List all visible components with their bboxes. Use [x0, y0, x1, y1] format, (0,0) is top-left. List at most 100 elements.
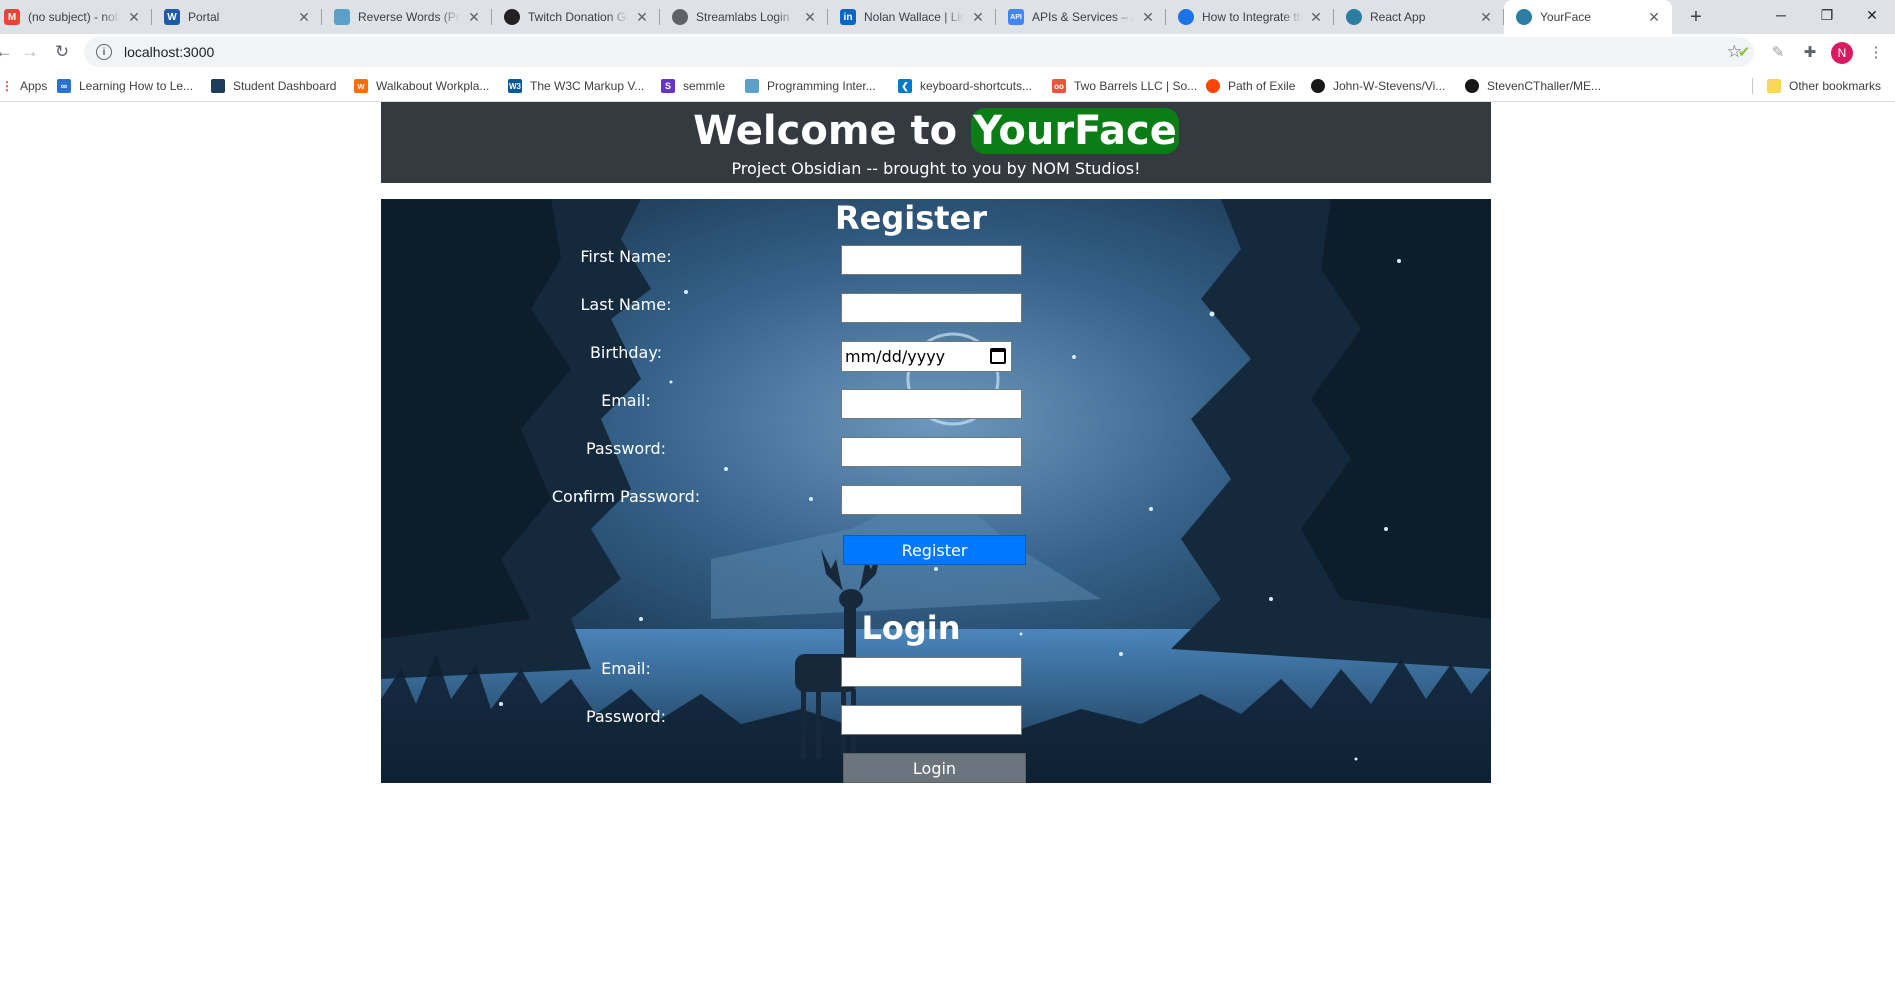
close-tab-icon[interactable]: ✕ — [126, 9, 142, 25]
address-url[interactable]: localhost:3000 — [124, 44, 214, 60]
tab-gmail[interactable]: M (no subject) - nolan ✕ — [0, 0, 152, 34]
linkedin-icon: in — [840, 9, 856, 25]
api-icon: API — [1008, 9, 1024, 25]
register-button[interactable]: Register — [843, 535, 1026, 565]
email-label: Email: — [601, 391, 651, 410]
date-placeholder: mm/dd/yyyy — [845, 347, 946, 366]
book-icon — [745, 79, 759, 93]
register-password-input[interactable] — [841, 437, 1022, 467]
bookmark-student-dashboard[interactable]: Student Dashboard — [211, 70, 336, 102]
close-tab-icon[interactable]: ✕ — [1308, 9, 1324, 25]
extension-checkmark-icon[interactable]: ✔ — [1734, 42, 1754, 62]
bookmark-keyboard-shortcuts[interactable]: ❮ keyboard-shortcuts... — [898, 70, 1032, 102]
bookmark-label: Learning How to Le... — [79, 79, 194, 93]
brand-name: YourFace — [971, 108, 1179, 154]
tab-portal[interactable]: W Portal ✕ — [152, 0, 322, 34]
bookmark-programming[interactable]: Programming Inter... — [745, 70, 876, 102]
portal-w-icon: W — [164, 9, 180, 25]
tab-react-app[interactable]: React App ✕ — [1334, 0, 1504, 34]
bookmark-path-of-exile[interactable]: Path of Exile — [1206, 70, 1295, 102]
login-email-label: Email: — [601, 659, 651, 678]
w3c-icon: W3 — [508, 79, 522, 93]
address-bar[interactable]: i localhost:3000 ☆ — [84, 37, 1754, 67]
tab-title: Portal — [188, 10, 220, 24]
first-name-input[interactable] — [841, 245, 1022, 275]
reload-icon[interactable]: ↻ — [50, 40, 74, 64]
password-label: Password: — [585, 439, 667, 458]
profile-avatar[interactable]: N — [1831, 42, 1853, 64]
walkabout-icon: w — [354, 79, 368, 93]
info-icon[interactable]: i — [96, 44, 112, 60]
tab-twitch-donation[interactable]: Twitch Donation Go ✕ — [492, 0, 660, 34]
login-email-input[interactable] — [841, 657, 1022, 687]
first-name-label: First Name: — [580, 247, 672, 266]
auth-forms: Register First Name: Last Name: Birthday… — [381, 199, 1491, 783]
tab-apis-services[interactable]: API APIs & Services – Al ✕ — [996, 0, 1166, 34]
minimize-button[interactable]: ─ — [1758, 0, 1804, 30]
tab-streamlabs-login[interactable]: Streamlabs Login ✕ — [660, 0, 828, 34]
bookmark-walkabout[interactable]: w Walkabout Workpla... — [354, 70, 489, 102]
bookmark-label: Student Dashboard — [233, 79, 337, 93]
close-tab-icon[interactable]: ✕ — [1646, 9, 1662, 25]
close-tab-icon[interactable]: ✕ — [466, 9, 482, 25]
bookmark-label: Other bookmarks — [1789, 79, 1882, 93]
last-name-input[interactable] — [841, 293, 1022, 323]
close-window-button[interactable]: ✕ — [1849, 0, 1895, 30]
page-content: Welcome to YourFace Project Obsidian -- … — [0, 102, 1895, 991]
tab-title: APIs & Services – Al — [1032, 10, 1134, 24]
bookmark-other[interactable]: Other bookmarks — [1767, 70, 1881, 102]
login-button[interactable]: Login — [843, 753, 1026, 783]
bookmark-label: Apps — [20, 79, 48, 93]
close-tab-icon[interactable]: ✕ — [1478, 9, 1494, 25]
bookmark-two-barrels[interactable]: oo Two Barrels LLC | So... — [1052, 70, 1197, 102]
login-password-label: Password: — [585, 707, 667, 726]
calendar-icon[interactable] — [990, 348, 1006, 364]
tab-yourface[interactable]: YourFace ✕ — [1504, 0, 1672, 34]
menu-kebab-icon[interactable]: ⋮ — [1866, 42, 1886, 62]
site-header: Welcome to YourFace Project Obsidian -- … — [381, 102, 1491, 183]
close-tab-icon[interactable]: ✕ — [296, 9, 312, 25]
bookmark-apps[interactable]: ⋮ Apps — [1, 70, 48, 102]
register-email-input[interactable] — [841, 389, 1022, 419]
restore-button[interactable]: ❐ — [1804, 0, 1850, 30]
bookmarks-bar: ⋮ Apps ∞ Learning How to Le... Student D… — [0, 70, 1895, 102]
forward-icon[interactable]: → — [18, 40, 42, 64]
book-icon — [334, 9, 350, 25]
bookmark-stevencthaller[interactable]: StevenCThaller/ME... — [1465, 70, 1601, 102]
tab-reverse-words[interactable]: Reverse Words (Pra ✕ — [322, 0, 492, 34]
streamlabs-icon — [504, 9, 520, 25]
tab-title: Twitch Donation Go — [528, 10, 628, 24]
extensions-puzzle-icon[interactable]: ✚ — [1800, 42, 1820, 62]
apps-grid-icon: ⋮ — [1, 79, 13, 93]
bookmark-semmle[interactable]: S semmle — [661, 70, 725, 102]
back-icon[interactable]: ← — [0, 40, 16, 64]
page-subtitle: Project Obsidian -- brought to you by NO… — [731, 159, 1141, 178]
bookmark-label: Walkabout Workpla... — [376, 79, 490, 93]
globe-icon — [672, 9, 688, 25]
gmail-icon: M — [4, 9, 20, 25]
bookmark-w3c[interactable]: W3 The W3C Markup V... — [508, 70, 644, 102]
birthday-date-input[interactable]: mm/dd/yyyy — [841, 341, 1012, 372]
bookmark-label: John-W-Stevens/Vi... — [1333, 79, 1446, 93]
bookmark-learning[interactable]: ∞ Learning How to Le... — [57, 70, 193, 102]
tab-strip: M (no subject) - nolan ✕ W Portal ✕ Reve… — [0, 0, 1895, 34]
new-tab-button[interactable]: + — [1684, 5, 1708, 29]
tab-linkedin[interactable]: in Nolan Wallace | Link ✕ — [828, 0, 996, 34]
folder-icon — [1767, 79, 1781, 93]
confirm-password-input[interactable] — [841, 485, 1022, 515]
close-tab-icon[interactable]: ✕ — [970, 9, 986, 25]
refresh-blue-icon — [1178, 9, 1194, 25]
vscode-icon: ❮ — [898, 79, 912, 93]
reddit-icon — [1206, 79, 1220, 93]
title-prefix: Welcome to — [693, 108, 972, 154]
close-tab-icon[interactable]: ✕ — [1140, 9, 1156, 25]
bookmark-john-w-stevens[interactable]: John-W-Stevens/Vi... — [1311, 70, 1445, 102]
extension-pen-icon[interactable]: ✎ — [1768, 42, 1788, 62]
close-tab-icon[interactable]: ✕ — [634, 9, 650, 25]
tab-title: (no subject) - nolan — [28, 10, 120, 24]
tab-how-to-integrate[interactable]: How to Integrate th ✕ — [1166, 0, 1334, 34]
close-tab-icon[interactable]: ✕ — [802, 9, 818, 25]
coursera-icon: ∞ — [57, 79, 71, 93]
login-password-input[interactable] — [841, 705, 1022, 735]
github-icon — [1311, 79, 1325, 93]
